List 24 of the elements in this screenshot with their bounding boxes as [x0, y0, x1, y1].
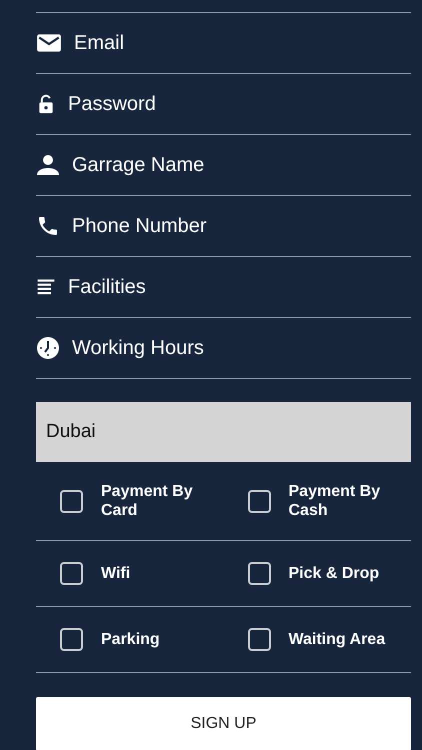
checkbox[interactable]	[248, 628, 270, 651]
checkbox-label: Wifi	[101, 564, 130, 583]
phone-icon	[36, 214, 60, 238]
clock-icon	[36, 336, 60, 360]
checkbox[interactable]	[60, 490, 83, 512]
checkbox[interactable]	[60, 628, 83, 651]
checkbox-label: Waiting Area	[288, 630, 386, 649]
person-icon	[36, 153, 60, 177]
input-field[interactable]: Working Hours	[72, 333, 411, 363]
sign-up-button[interactable]: SIGN UP	[36, 697, 411, 750]
input-field[interactable]: Phone Number	[72, 211, 411, 241]
city-dropdown[interactable]: Dubai	[36, 402, 411, 462]
input-field[interactable]: Email	[74, 28, 411, 58]
checkbox-label: Parking	[101, 630, 160, 649]
input-field[interactable]: Facilities	[68, 272, 411, 302]
checkbox[interactable]	[60, 562, 83, 585]
checkbox[interactable]	[248, 490, 270, 512]
checkbox[interactable]	[248, 562, 270, 585]
checkbox-label: Payment By Cash	[288, 482, 382, 520]
input-field[interactable]: Garrage Name	[72, 150, 411, 180]
lines-icon	[36, 277, 56, 297]
checkbox-label: Pick & Drop	[288, 564, 380, 583]
input-field[interactable]: Password	[68, 89, 411, 119]
checkbox-label: Payment By Card	[101, 482, 194, 520]
